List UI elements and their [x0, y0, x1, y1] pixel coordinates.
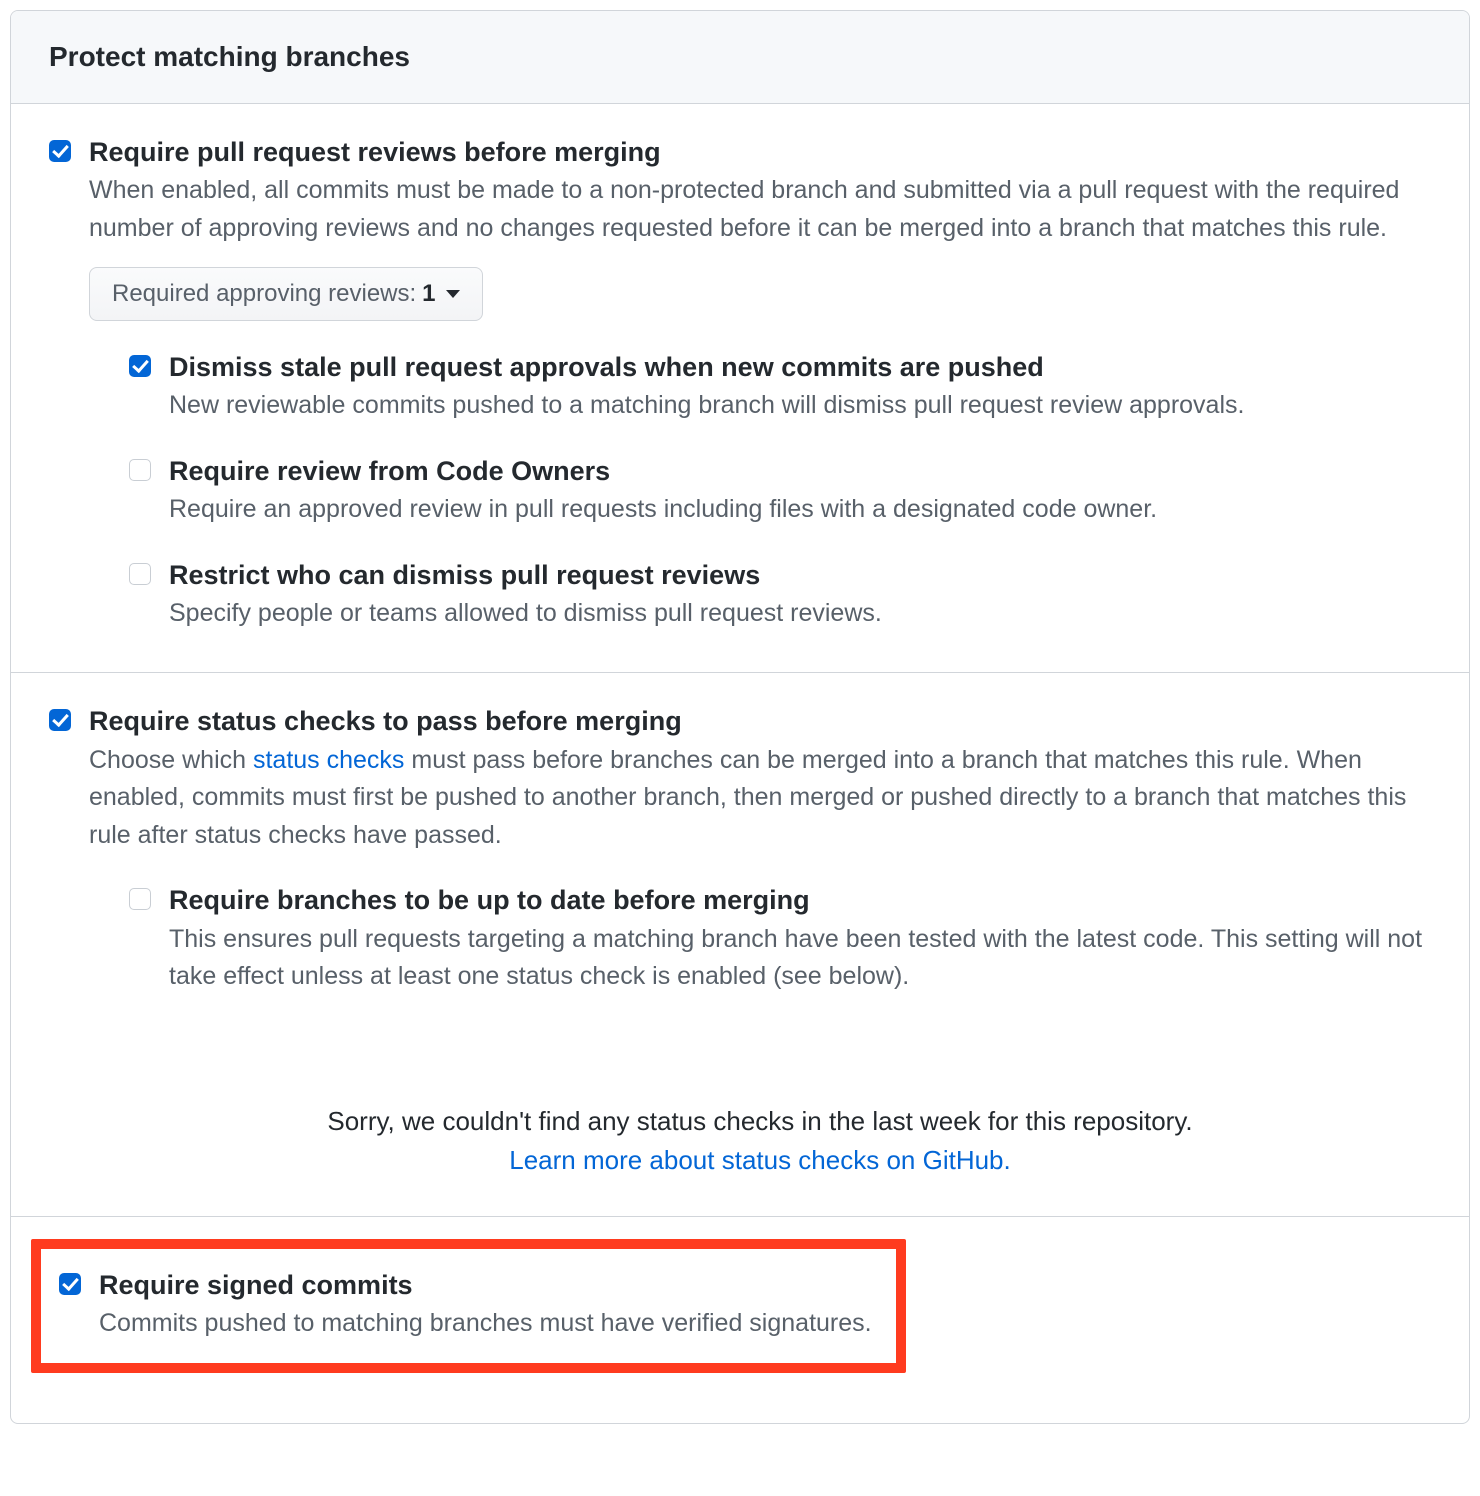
option-require-status-checks: Require status checks to pass before mer…: [49, 703, 1431, 1175]
label-require-pr-reviews: Require pull request reviews before merg…: [89, 134, 1431, 170]
dropdown-required-approving-reviews[interactable]: Required approving reviews: 1: [89, 267, 483, 320]
checkbox-restrict-dismiss[interactable]: [129, 563, 151, 585]
panel-header: Protect matching branches: [11, 11, 1469, 104]
option-restrict-dismiss: Restrict who can dismiss pull request re…: [129, 557, 1431, 633]
desc-restrict-dismiss: Specify people or teams allowed to dismi…: [169, 595, 1431, 633]
panel-title: Protect matching branches: [49, 41, 1431, 73]
link-status-checks[interactable]: status checks: [253, 746, 404, 774]
desc-require-pr-reviews: When enabled, all commits must be made t…: [89, 172, 1431, 247]
option-dismiss-stale: Dismiss stale pull request approvals whe…: [129, 349, 1431, 425]
label-require-signed-commits: Require signed commits: [99, 1267, 872, 1303]
section-require-status-checks: Require status checks to pass before mer…: [11, 673, 1469, 1216]
section-require-signed-commits: Require signed commits Commits pushed to…: [11, 1217, 1469, 1423]
highlight-require-signed-commits: Require signed commits Commits pushed to…: [31, 1239, 906, 1373]
checkbox-dismiss-stale[interactable]: [129, 355, 151, 377]
label-dismiss-stale: Dismiss stale pull request approvals whe…: [169, 349, 1431, 385]
option-require-signed-commits: Require signed commits Commits pushed to…: [59, 1267, 872, 1343]
status-checks-empty-state: Sorry, we couldn't find any status check…: [89, 1106, 1431, 1176]
option-code-owners: Require review from Code Owners Require …: [129, 453, 1431, 529]
checkbox-require-signed-commits[interactable]: [59, 1273, 81, 1295]
desc-require-signed-commits: Commits pushed to matching branches must…: [99, 1305, 872, 1343]
label-up-to-date: Require branches to be up to date before…: [169, 882, 1431, 918]
desc-code-owners: Require an approved review in pull reque…: [169, 491, 1431, 529]
label-require-status-checks: Require status checks to pass before mer…: [89, 703, 1431, 739]
caret-down-icon: [446, 290, 460, 298]
option-up-to-date: Require branches to be up to date before…: [129, 882, 1431, 995]
empty-text: Sorry, we couldn't find any status check…: [89, 1106, 1431, 1137]
option-require-pr-reviews: Require pull request reviews before merg…: [49, 134, 1431, 632]
checkbox-require-pr-reviews[interactable]: [49, 140, 71, 162]
checkbox-up-to-date[interactable]: [129, 888, 151, 910]
label-code-owners: Require review from Code Owners: [169, 453, 1431, 489]
dropdown-value: 1: [422, 278, 435, 309]
branch-protection-panel: Protect matching branches Require pull r…: [10, 10, 1470, 1424]
checkbox-code-owners[interactable]: [129, 459, 151, 481]
desc-up-to-date: This ensures pull requests targeting a m…: [169, 921, 1431, 996]
desc-require-status-checks: Choose which status checks must pass bef…: [89, 742, 1431, 855]
desc-text: Choose which: [89, 746, 253, 774]
dropdown-label: Required approving reviews:: [112, 278, 416, 309]
label-restrict-dismiss: Restrict who can dismiss pull request re…: [169, 557, 1431, 593]
desc-dismiss-stale: New reviewable commits pushed to a match…: [169, 387, 1431, 425]
section-require-pr-reviews: Require pull request reviews before merg…: [11, 104, 1469, 673]
checkbox-require-status-checks[interactable]: [49, 709, 71, 731]
link-learn-more-status-checks[interactable]: Learn more about status checks on GitHub…: [509, 1145, 1011, 1176]
